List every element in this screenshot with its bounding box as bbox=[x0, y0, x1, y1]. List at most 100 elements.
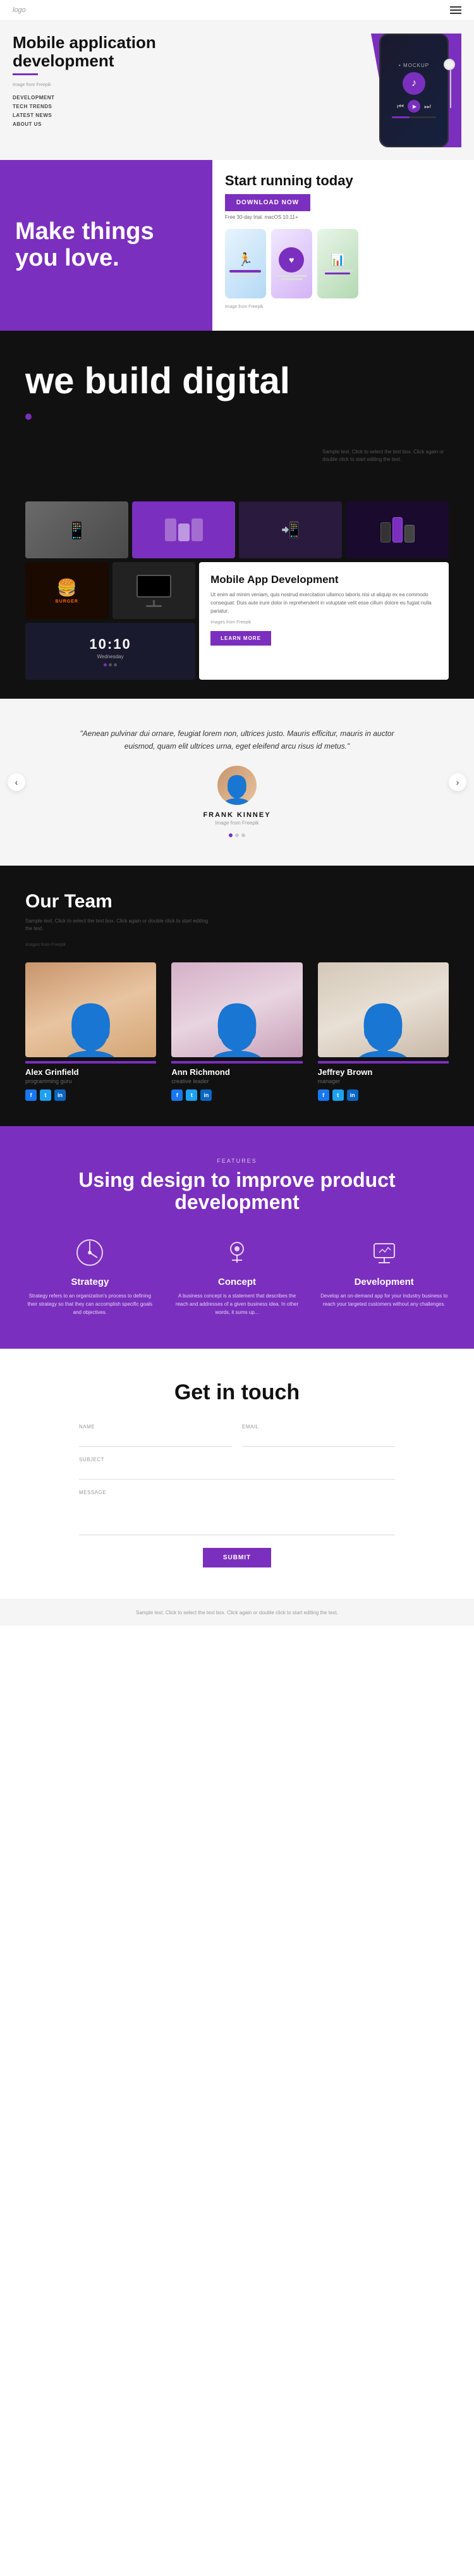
submit-button[interactable]: SUBMIT bbox=[203, 1548, 271, 1567]
jeffrey-photo: 👤 bbox=[318, 962, 449, 1057]
accent-line bbox=[13, 73, 38, 75]
build-digital-title: we build digital bbox=[25, 362, 449, 401]
email-field: EMAIL bbox=[242, 1424, 395, 1447]
testimonial-quote: "Aenean pulvinar dui ornare, feugiat lor… bbox=[79, 727, 395, 753]
portfolio-item-multiphone bbox=[346, 501, 449, 558]
ann-linkedin[interactable]: in bbox=[200, 1089, 212, 1101]
jeffrey-linkedin[interactable]: in bbox=[347, 1089, 358, 1101]
features-grid: Strategy Strategy refers to an organizat… bbox=[25, 1236, 449, 1316]
footer: Sample text. Click to select the text bo… bbox=[0, 1599, 474, 1626]
portfolio-item-phone-hand: 📱 bbox=[25, 501, 128, 558]
trial-text: Free 30-day trial. macOS 10.11+ bbox=[225, 214, 461, 220]
nav-tech-trends[interactable]: TECH TRENDS bbox=[13, 104, 234, 109]
testimonial-section: ‹ "Aenean pulvinar dui ornare, feugiat l… bbox=[0, 699, 474, 866]
message-input[interactable] bbox=[79, 1497, 395, 1535]
dot-2[interactable] bbox=[235, 833, 239, 837]
strategy-desc: Strategy refers to an organization's pro… bbox=[25, 1292, 155, 1316]
nav-about-us[interactable]: ABOUT US bbox=[13, 121, 234, 127]
download-button[interactable]: DOWNLOAD NOW bbox=[225, 194, 310, 211]
team-desc: Sample text. Click to select the text bo… bbox=[25, 917, 215, 933]
feature-strategy: Strategy Strategy refers to an organizat… bbox=[25, 1236, 155, 1316]
image-credit: Image from Freepik bbox=[225, 305, 461, 309]
alex-facebook[interactable]: f bbox=[25, 1089, 37, 1101]
contact-section: Get in touch NAME EMAIL SUBJECT MESSAGE … bbox=[0, 1349, 474, 1599]
nav-latest-news[interactable]: LATEST NEWS bbox=[13, 113, 234, 118]
team-title: Our Team bbox=[25, 891, 449, 912]
alex-role: programming guru bbox=[25, 1078, 156, 1084]
nav-development[interactable]: DEVELOPMENT bbox=[13, 95, 234, 101]
purple-bar-jeffrey bbox=[318, 1061, 449, 1064]
jeffrey-facebook[interactable]: f bbox=[318, 1089, 329, 1101]
team-member-alex: 👤 Alex Grinfield programming guru f t in bbox=[25, 962, 156, 1101]
section3: we build digital Sample text. Click to s… bbox=[0, 331, 474, 495]
ann-role: creative leader bbox=[171, 1078, 302, 1084]
arrow-right[interactable]: › bbox=[449, 773, 466, 791]
form-row-1: NAME EMAIL bbox=[79, 1424, 395, 1447]
hero-right: • MOCKUP ♪ ⏮ ▶ ⏭ bbox=[240, 34, 461, 147]
card-image-credit: Images from Freepik bbox=[210, 620, 437, 625]
section3-desc: Sample text. Click to select the text bo… bbox=[322, 448, 449, 463]
learn-more-button[interactable]: LEARN MORE bbox=[210, 631, 271, 646]
portfolio-devices bbox=[112, 562, 196, 619]
alex-twitter[interactable]: t bbox=[40, 1089, 51, 1101]
concept-icon-wrap bbox=[221, 1236, 253, 1269]
jeffrey-twitter[interactable]: t bbox=[332, 1089, 344, 1101]
development-icon bbox=[370, 1239, 398, 1267]
team-header: Our Team Sample text. Click to select th… bbox=[25, 891, 449, 933]
jeffrey-role: manager bbox=[318, 1078, 449, 1084]
footer-text: Sample text. Click to select the text bo… bbox=[25, 1610, 449, 1616]
purple-dot bbox=[25, 414, 32, 420]
portfolio-clock: 10:10 Wednesday bbox=[25, 623, 195, 680]
app-screen-1: 🏃 bbox=[225, 229, 266, 298]
features-label: FEATURES bbox=[25, 1158, 449, 1164]
purple-bar-ann bbox=[171, 1061, 302, 1064]
section2-left: Make things you love. bbox=[0, 160, 212, 331]
jeffrey-name: Jeffrey Brown bbox=[318, 1067, 449, 1077]
name-input[interactable] bbox=[79, 1432, 232, 1447]
testimonial-name: FRANK KINNEY bbox=[38, 811, 436, 819]
earphone-wire bbox=[450, 70, 451, 108]
portfolio-bottom-left-grid: 🍔 BURGER 10:10 Wednesday bbox=[25, 562, 195, 680]
testimonial-source: Image from Freepik bbox=[38, 820, 436, 826]
subject-input[interactable] bbox=[79, 1464, 395, 1480]
start-running-title: Start running today bbox=[225, 173, 461, 189]
strategy-icon-wrap bbox=[73, 1236, 106, 1269]
name-field: NAME bbox=[79, 1424, 232, 1447]
alex-social: f t in bbox=[25, 1089, 156, 1101]
testimonial-avatar: 👤 bbox=[217, 766, 257, 805]
contact-title: Get in touch bbox=[25, 1380, 449, 1405]
hero-title: Mobile application development bbox=[13, 34, 234, 70]
development-desc: Develop an on-demand app for your indust… bbox=[319, 1292, 449, 1309]
header: logo bbox=[0, 0, 474, 21]
portfolio-item-phone2: 📲 bbox=[239, 501, 342, 558]
portfolio-item-purple bbox=[132, 501, 235, 558]
alex-linkedin[interactable]: in bbox=[54, 1089, 66, 1101]
alex-name: Alex Grinfield bbox=[25, 1067, 156, 1077]
dot-1[interactable] bbox=[229, 833, 233, 837]
portfolio-bottom-row: 🍔 BURGER 10:10 Wednesday Mobile App Deve… bbox=[25, 562, 449, 680]
contact-form: NAME EMAIL SUBJECT MESSAGE SUBMIT bbox=[79, 1424, 395, 1567]
alex-photo: 👤 bbox=[25, 962, 156, 1057]
ann-social: f t in bbox=[171, 1089, 302, 1101]
team-section: Our Team Sample text. Click to select th… bbox=[0, 866, 474, 1126]
card-desc: Ut enim ad minim veniam, quis nostrud ex… bbox=[210, 591, 437, 615]
purple-bar-alex bbox=[25, 1061, 156, 1064]
features-title: Using design to improve product developm… bbox=[25, 1169, 449, 1213]
strategy-icon bbox=[76, 1239, 104, 1267]
hamburger-menu[interactable] bbox=[450, 6, 461, 14]
name-label: NAME bbox=[79, 1424, 232, 1430]
dot-3[interactable] bbox=[241, 833, 245, 837]
email-input[interactable] bbox=[242, 1432, 395, 1447]
ann-twitter[interactable]: t bbox=[186, 1089, 197, 1101]
make-things-title: Make things you love. bbox=[15, 219, 197, 272]
ann-facebook[interactable]: f bbox=[171, 1089, 183, 1101]
card-title: Mobile App Development bbox=[210, 573, 437, 586]
email-label: EMAIL bbox=[242, 1424, 395, 1430]
development-icon-wrap bbox=[368, 1236, 401, 1269]
strategy-name: Strategy bbox=[25, 1277, 155, 1287]
concept-name: Concept bbox=[173, 1277, 302, 1287]
team-member-ann: 👤 Ann Richmond creative leader f t in bbox=[171, 962, 302, 1101]
feature-concept: Concept A business concept is a statemen… bbox=[173, 1236, 302, 1316]
arrow-left[interactable]: ‹ bbox=[8, 773, 25, 791]
portfolio-section: 📱 📲 🍔 BURGER bbox=[0, 495, 474, 699]
